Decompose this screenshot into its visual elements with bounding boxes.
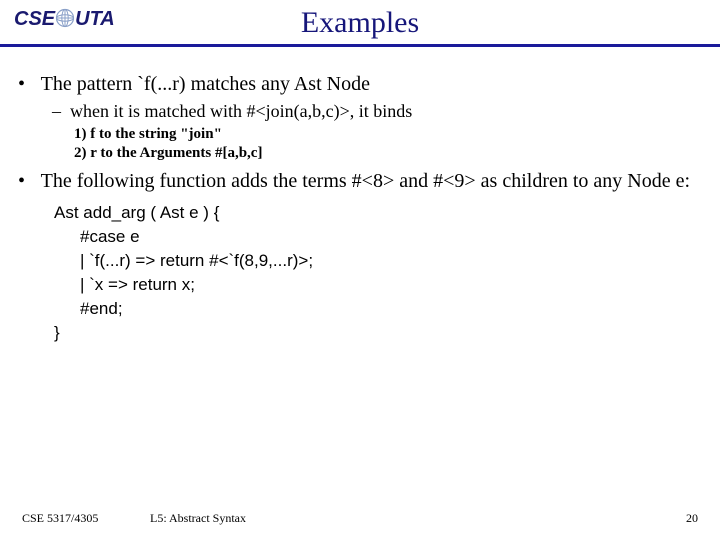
- bullet-1-sub: when it is matched with #<join(a,b,c)>, …: [52, 100, 702, 123]
- bullet-1-text: The pattern `f(...r) matches any Ast Nod…: [41, 73, 370, 95]
- code-line-2: #case e: [54, 225, 702, 249]
- bullet-1-subsub-1: 1) f to the string "join": [74, 125, 702, 144]
- code-block: Ast add_arg ( Ast e ) { #case e | `f(...…: [18, 201, 702, 346]
- bullet-2: The following function adds the terms #<…: [18, 169, 702, 345]
- header-rule: [0, 44, 720, 47]
- slide-header: CSEUTA Examples: [0, 0, 720, 58]
- bullet-1-sub-text: when it is matched with #<join(a,b,c)>, …: [70, 101, 412, 121]
- slide-body: The pattern `f(...r) matches any Ast Nod…: [0, 58, 720, 345]
- logo-right: UTA: [75, 8, 115, 30]
- footer-course: CSE 5317/4305: [22, 511, 98, 526]
- logo: CSE UTA: [14, 8, 115, 31]
- code-line-1: Ast add_arg ( Ast e ) {: [54, 201, 702, 225]
- bullet-1-subsub-2: 2) r to the Arguments #[a,b,c]: [74, 144, 702, 163]
- bullet-1: The pattern `f(...r) matches any Ast Nod…: [18, 72, 702, 163]
- logo-left: CSE: [14, 8, 55, 30]
- bullet-2-text: The following function adds the terms #<…: [41, 170, 690, 192]
- footer-page-number: 20: [686, 511, 698, 526]
- code-line-4: | `x => return x;: [54, 273, 702, 297]
- code-line-5: #end;: [54, 297, 702, 321]
- globe-icon: [55, 8, 75, 28]
- code-line-3: | `f(...r) => return #<`f(8,9,...r)>;: [54, 249, 702, 273]
- code-line-6: }: [54, 321, 702, 345]
- footer-lecture: L5: Abstract Syntax: [150, 511, 246, 526]
